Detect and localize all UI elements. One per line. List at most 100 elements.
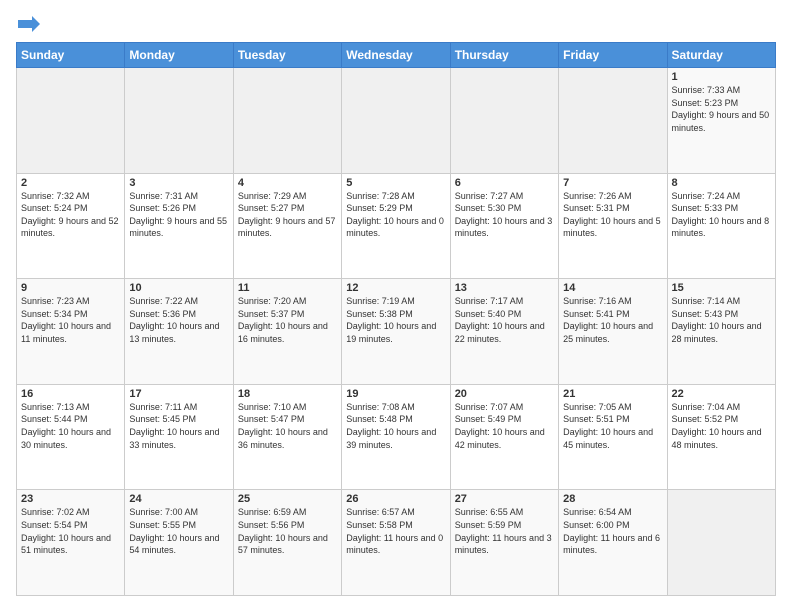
calendar-page: SundayMondayTuesdayWednesdayThursdayFrid… [0, 0, 792, 612]
logo-arrow-icon [18, 16, 40, 32]
day-info: Sunrise: 7:08 AMSunset: 5:48 PMDaylight:… [346, 401, 445, 451]
calendar-cell: 6Sunrise: 7:27 AMSunset: 5:30 PMDaylight… [450, 173, 558, 279]
calendar-cell: 18Sunrise: 7:10 AMSunset: 5:47 PMDayligh… [233, 384, 341, 490]
day-info: Sunrise: 7:13 AMSunset: 5:44 PMDaylight:… [21, 401, 120, 451]
calendar-cell: 26Sunrise: 6:57 AMSunset: 5:58 PMDayligh… [342, 490, 450, 596]
day-info: Sunrise: 7:27 AMSunset: 5:30 PMDaylight:… [455, 190, 554, 240]
calendar-cell: 7Sunrise: 7:26 AMSunset: 5:31 PMDaylight… [559, 173, 667, 279]
weekday-header-friday: Friday [559, 43, 667, 68]
calendar-cell: 23Sunrise: 7:02 AMSunset: 5:54 PMDayligh… [17, 490, 125, 596]
weekday-header-thursday: Thursday [450, 43, 558, 68]
calendar-cell [125, 68, 233, 174]
day-number: 16 [21, 388, 120, 400]
calendar-cell [559, 68, 667, 174]
week-row-3: 9Sunrise: 7:23 AMSunset: 5:34 PMDaylight… [17, 279, 776, 385]
day-info: Sunrise: 7:33 AMSunset: 5:23 PMDaylight:… [672, 84, 771, 134]
day-info: Sunrise: 7:14 AMSunset: 5:43 PMDaylight:… [672, 295, 771, 345]
day-info: Sunrise: 7:20 AMSunset: 5:37 PMDaylight:… [238, 295, 337, 345]
day-info: Sunrise: 6:57 AMSunset: 5:58 PMDaylight:… [346, 506, 445, 556]
week-row-5: 23Sunrise: 7:02 AMSunset: 5:54 PMDayligh… [17, 490, 776, 596]
week-row-2: 2Sunrise: 7:32 AMSunset: 5:24 PMDaylight… [17, 173, 776, 279]
calendar-cell [17, 68, 125, 174]
day-number: 19 [346, 388, 445, 400]
day-number: 26 [346, 493, 445, 505]
calendar-cell: 15Sunrise: 7:14 AMSunset: 5:43 PMDayligh… [667, 279, 775, 385]
calendar-cell [233, 68, 341, 174]
day-info: Sunrise: 6:59 AMSunset: 5:56 PMDaylight:… [238, 506, 337, 556]
day-number: 13 [455, 282, 554, 294]
calendar-cell: 21Sunrise: 7:05 AMSunset: 5:51 PMDayligh… [559, 384, 667, 490]
day-number: 6 [455, 177, 554, 189]
day-info: Sunrise: 7:31 AMSunset: 5:26 PMDaylight:… [129, 190, 228, 240]
calendar-cell: 4Sunrise: 7:29 AMSunset: 5:27 PMDaylight… [233, 173, 341, 279]
day-number: 7 [563, 177, 662, 189]
calendar-cell: 20Sunrise: 7:07 AMSunset: 5:49 PMDayligh… [450, 384, 558, 490]
day-number: 2 [21, 177, 120, 189]
logo [16, 16, 40, 32]
day-info: Sunrise: 7:10 AMSunset: 5:47 PMDaylight:… [238, 401, 337, 451]
calendar-cell: 5Sunrise: 7:28 AMSunset: 5:29 PMDaylight… [342, 173, 450, 279]
calendar-cell [342, 68, 450, 174]
calendar-table: SundayMondayTuesdayWednesdayThursdayFrid… [16, 42, 776, 596]
day-number: 11 [238, 282, 337, 294]
calendar-cell: 24Sunrise: 7:00 AMSunset: 5:55 PMDayligh… [125, 490, 233, 596]
calendar-cell [667, 490, 775, 596]
calendar-cell: 10Sunrise: 7:22 AMSunset: 5:36 PMDayligh… [125, 279, 233, 385]
calendar-cell: 12Sunrise: 7:19 AMSunset: 5:38 PMDayligh… [342, 279, 450, 385]
calendar-cell: 13Sunrise: 7:17 AMSunset: 5:40 PMDayligh… [450, 279, 558, 385]
day-number: 18 [238, 388, 337, 400]
calendar-cell [450, 68, 558, 174]
calendar-cell: 22Sunrise: 7:04 AMSunset: 5:52 PMDayligh… [667, 384, 775, 490]
day-number: 22 [672, 388, 771, 400]
day-number: 27 [455, 493, 554, 505]
week-row-4: 16Sunrise: 7:13 AMSunset: 5:44 PMDayligh… [17, 384, 776, 490]
day-number: 4 [238, 177, 337, 189]
day-info: Sunrise: 7:04 AMSunset: 5:52 PMDaylight:… [672, 401, 771, 451]
day-number: 5 [346, 177, 445, 189]
day-info: Sunrise: 7:00 AMSunset: 5:55 PMDaylight:… [129, 506, 228, 556]
calendar-cell: 8Sunrise: 7:24 AMSunset: 5:33 PMDaylight… [667, 173, 775, 279]
day-info: Sunrise: 6:55 AMSunset: 5:59 PMDaylight:… [455, 506, 554, 556]
day-number: 28 [563, 493, 662, 505]
calendar-cell: 25Sunrise: 6:59 AMSunset: 5:56 PMDayligh… [233, 490, 341, 596]
day-number: 14 [563, 282, 662, 294]
calendar-cell: 28Sunrise: 6:54 AMSunset: 6:00 PMDayligh… [559, 490, 667, 596]
header [16, 16, 776, 32]
day-info: Sunrise: 7:02 AMSunset: 5:54 PMDaylight:… [21, 506, 120, 556]
day-number: 15 [672, 282, 771, 294]
day-number: 25 [238, 493, 337, 505]
day-info: Sunrise: 7:07 AMSunset: 5:49 PMDaylight:… [455, 401, 554, 451]
day-number: 10 [129, 282, 228, 294]
calendar-cell: 19Sunrise: 7:08 AMSunset: 5:48 PMDayligh… [342, 384, 450, 490]
calendar-cell: 3Sunrise: 7:31 AMSunset: 5:26 PMDaylight… [125, 173, 233, 279]
calendar-cell: 14Sunrise: 7:16 AMSunset: 5:41 PMDayligh… [559, 279, 667, 385]
day-info: Sunrise: 7:24 AMSunset: 5:33 PMDaylight:… [672, 190, 771, 240]
calendar-cell: 11Sunrise: 7:20 AMSunset: 5:37 PMDayligh… [233, 279, 341, 385]
day-info: Sunrise: 6:54 AMSunset: 6:00 PMDaylight:… [563, 506, 662, 556]
day-number: 9 [21, 282, 120, 294]
calendar-cell: 17Sunrise: 7:11 AMSunset: 5:45 PMDayligh… [125, 384, 233, 490]
day-number: 21 [563, 388, 662, 400]
weekday-header-monday: Monday [125, 43, 233, 68]
day-info: Sunrise: 7:26 AMSunset: 5:31 PMDaylight:… [563, 190, 662, 240]
day-number: 8 [672, 177, 771, 189]
day-info: Sunrise: 7:23 AMSunset: 5:34 PMDaylight:… [21, 295, 120, 345]
calendar-cell: 1Sunrise: 7:33 AMSunset: 5:23 PMDaylight… [667, 68, 775, 174]
week-row-1: 1Sunrise: 7:33 AMSunset: 5:23 PMDaylight… [17, 68, 776, 174]
day-info: Sunrise: 7:19 AMSunset: 5:38 PMDaylight:… [346, 295, 445, 345]
day-number: 3 [129, 177, 228, 189]
weekday-header-saturday: Saturday [667, 43, 775, 68]
day-info: Sunrise: 7:17 AMSunset: 5:40 PMDaylight:… [455, 295, 554, 345]
day-info: Sunrise: 7:32 AMSunset: 5:24 PMDaylight:… [21, 190, 120, 240]
calendar-cell: 2Sunrise: 7:32 AMSunset: 5:24 PMDaylight… [17, 173, 125, 279]
weekday-header-row: SundayMondayTuesdayWednesdayThursdayFrid… [17, 43, 776, 68]
day-info: Sunrise: 7:28 AMSunset: 5:29 PMDaylight:… [346, 190, 445, 240]
day-number: 24 [129, 493, 228, 505]
day-number: 1 [672, 71, 771, 83]
day-number: 20 [455, 388, 554, 400]
day-info: Sunrise: 7:16 AMSunset: 5:41 PMDaylight:… [563, 295, 662, 345]
day-info: Sunrise: 7:29 AMSunset: 5:27 PMDaylight:… [238, 190, 337, 240]
weekday-header-tuesday: Tuesday [233, 43, 341, 68]
day-info: Sunrise: 7:05 AMSunset: 5:51 PMDaylight:… [563, 401, 662, 451]
weekday-header-sunday: Sunday [17, 43, 125, 68]
